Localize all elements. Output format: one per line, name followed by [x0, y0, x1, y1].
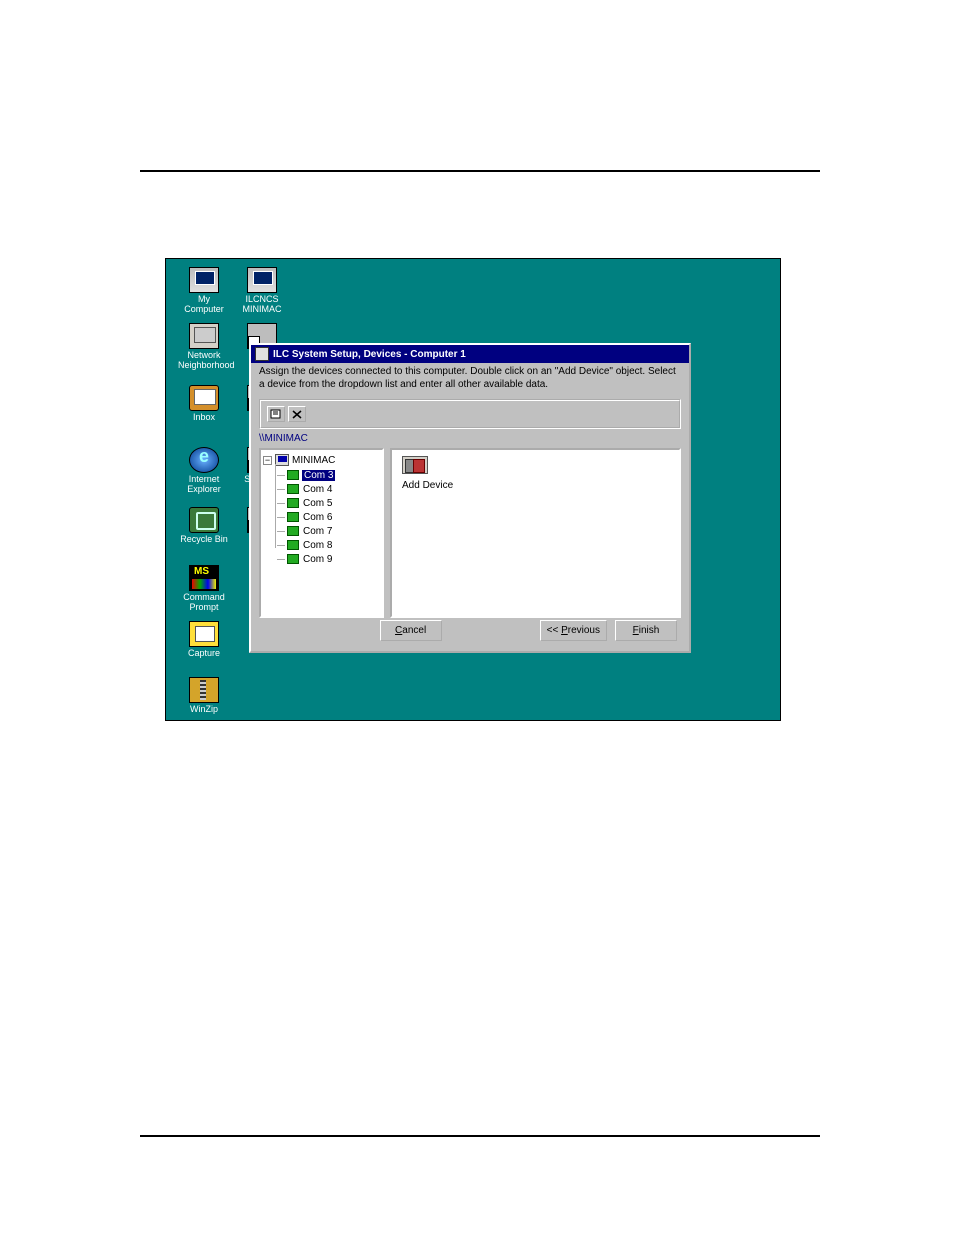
toolbar-properties-button[interactable]: [267, 406, 285, 422]
port-icon: [287, 512, 299, 522]
inbox-icon: [189, 385, 219, 411]
list-pane[interactable]: Add Device: [390, 448, 681, 618]
button-label: << Previous: [547, 625, 600, 636]
computer-icon: [275, 454, 289, 466]
tree-connector-line: [275, 464, 276, 548]
add-device-icon: [402, 456, 428, 474]
icon-label: Capture: [188, 648, 220, 658]
port-icon: [287, 470, 299, 480]
add-device-item[interactable]: Add Device: [402, 456, 669, 491]
port-icon: [287, 554, 299, 564]
tree-item-com8[interactable]: Com 8: [277, 538, 380, 552]
tree-item-com3[interactable]: Com 3: [277, 468, 380, 482]
dialog-panes: − MINIMAC Com 3 Com 4: [259, 448, 681, 618]
tree-item-label: Com 8: [302, 540, 333, 551]
computer-icon: [189, 267, 219, 293]
icon-label: WinZip: [190, 704, 218, 714]
tree-item-com5[interactable]: Com 5: [277, 496, 380, 510]
desktop-icon-recycle[interactable]: Recycle Bin: [178, 507, 230, 545]
dialog-ilc-system-setup: ILC System Setup, Devices - Computer 1 A…: [249, 343, 691, 653]
desktop-icon-capture[interactable]: Capture: [178, 621, 230, 659]
port-icon: [287, 484, 299, 494]
tree-item-label: Com 6: [302, 512, 333, 523]
tree-item-label: Com 3: [302, 470, 335, 481]
desktop-icon-ie[interactable]: Internet Explorer: [178, 447, 230, 495]
dialog-title: ILC System Setup, Devices - Computer 1: [273, 349, 466, 360]
tree-root-label: MINIMAC: [292, 455, 335, 466]
delete-x-icon: [291, 409, 303, 420]
screenshot-desktop: My Computer Network Neighborhood Inbox I…: [165, 258, 781, 721]
tree-root[interactable]: − MINIMAC: [263, 454, 380, 466]
dialog-titlebar[interactable]: ILC System Setup, Devices - Computer 1: [251, 345, 689, 363]
desktop-icon-network[interactable]: Network Neighborhood: [178, 323, 230, 371]
document-page: { "desktop": { "icons_col1": [ {"label":…: [0, 0, 954, 1235]
dialog-toolbar: [259, 399, 681, 429]
recycle-icon: [189, 507, 219, 533]
icon-label: Inbox: [193, 412, 215, 422]
cancel-button[interactable]: Cancel: [380, 620, 442, 641]
previous-button[interactable]: << Previous: [540, 620, 607, 641]
icon-label: Command Prompt: [183, 592, 225, 612]
button-label: Finish: [633, 625, 660, 636]
network-icon: [189, 323, 219, 349]
desktop-icon-winzip[interactable]: WinZip: [178, 677, 230, 715]
header-rule: [140, 170, 820, 172]
path-label: \\MINIMAC: [251, 431, 689, 448]
system-menu-icon[interactable]: [255, 347, 269, 361]
tree-children: Com 3 Com 4 Com 5 Com 6: [277, 468, 380, 566]
tree-item-com6[interactable]: Com 6: [277, 510, 380, 524]
winzip-icon: [189, 677, 219, 703]
port-icon: [287, 540, 299, 550]
icon-label: ILCNCS MINIMAC: [243, 294, 282, 314]
footer-rule: [140, 1135, 820, 1137]
capture-icon: [189, 621, 219, 647]
properties-icon: [270, 409, 282, 420]
toolbar-delete-button[interactable]: [288, 406, 306, 422]
icon-label: Internet Explorer: [187, 474, 221, 494]
finish-button[interactable]: Finish: [615, 620, 677, 641]
tree-item-com4[interactable]: Com 4: [277, 482, 380, 496]
desktop-icon-ilcncs[interactable]: ILCNCS MINIMAC: [236, 267, 288, 315]
desktop-icon-cmd[interactable]: Command Prompt: [178, 565, 230, 613]
tree-item-label: Com 5: [302, 498, 333, 509]
tree-item-label: Com 7: [302, 526, 333, 537]
icon-label: Recycle Bin: [180, 534, 228, 544]
tree-item-label: Com 9: [302, 554, 333, 565]
computer-icon: [247, 267, 277, 293]
icon-label: Network Neighborhood: [178, 350, 235, 370]
desktop-icon-my-computer[interactable]: My Computer: [178, 267, 230, 315]
port-icon: [287, 498, 299, 508]
cmd-icon: [189, 565, 219, 591]
tree-pane[interactable]: − MINIMAC Com 3 Com 4: [259, 448, 384, 618]
add-device-label: Add Device: [402, 480, 453, 491]
icon-label: My Computer: [184, 294, 224, 314]
port-icon: [287, 526, 299, 536]
dialog-button-row: Cancel << Previous Finish: [251, 620, 689, 641]
dialog-instruction: Assign the devices connected to this com…: [251, 363, 689, 397]
collapse-icon[interactable]: −: [263, 456, 272, 465]
tree-item-label: Com 4: [302, 484, 333, 495]
desktop-icon-inbox[interactable]: Inbox: [178, 385, 230, 423]
tree-item-com9[interactable]: Com 9: [277, 552, 380, 566]
ie-icon: [189, 447, 219, 473]
tree-item-com7[interactable]: Com 7: [277, 524, 380, 538]
button-label: Cancel: [395, 625, 426, 636]
